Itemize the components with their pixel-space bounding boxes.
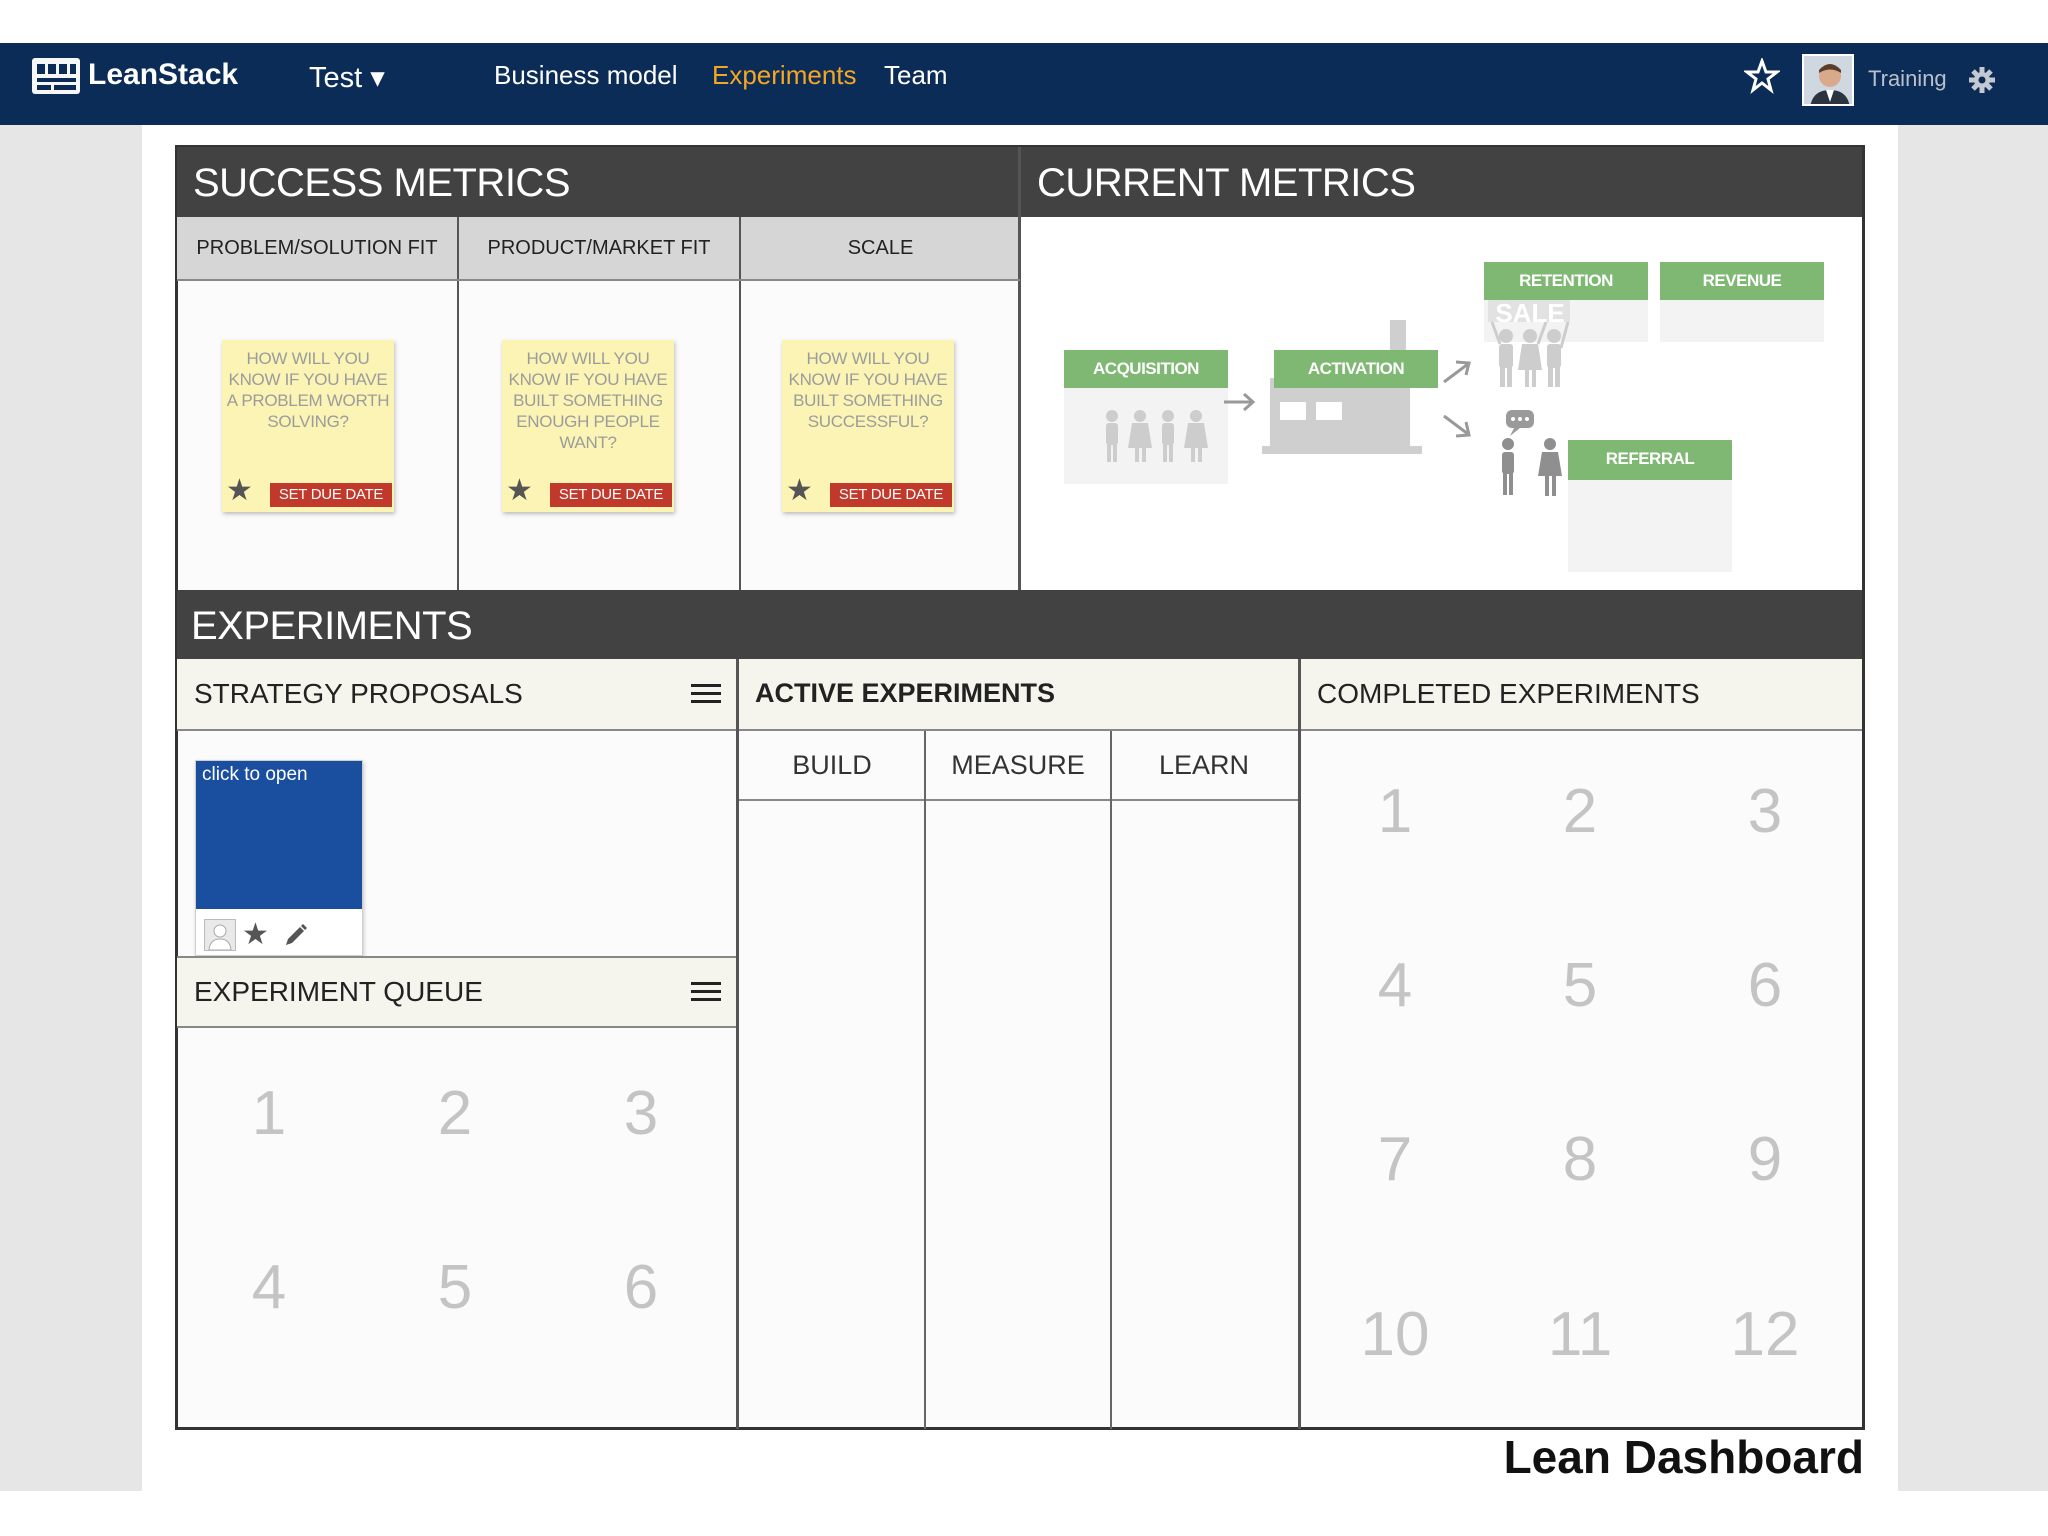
experiments-title: EXPERIMENTS [191, 604, 473, 648]
project-dropdown[interactable]: Test ▾ [309, 60, 385, 95]
settings-gear-icon[interactable] [1968, 66, 1996, 94]
completed-slot[interactable]: 9 [1705, 1124, 1825, 1195]
completed-slot[interactable]: 2 [1520, 776, 1640, 847]
acquisition-label[interactable]: ACQUISITION [1064, 350, 1228, 388]
queue-slot[interactable]: 6 [581, 1252, 701, 1323]
divider [177, 279, 1020, 281]
top-navbar [0, 43, 2048, 125]
right-margin [1898, 125, 2048, 1491]
revenue-label[interactable]: REVENUE [1660, 262, 1824, 300]
divider [1301, 729, 1862, 731]
col-problem-solution-fit: PROBLEM/SOLUTION FIT [177, 217, 457, 279]
sticky-question: HOW WILL YOU KNOW IF YOU HAVE A PROBLEM … [226, 349, 390, 431]
activation-label[interactable]: ACTIVATION [1274, 350, 1438, 388]
revenue-panel[interactable] [1660, 300, 1824, 342]
completed-slot[interactable]: 12 [1705, 1299, 1825, 1370]
arrow-up-right-icon [1440, 356, 1474, 386]
referral-label[interactable]: REFERRAL [1568, 440, 1732, 480]
user-name[interactable]: Training [1868, 66, 1947, 92]
arrow-down-right-icon [1440, 412, 1474, 442]
divider [177, 1026, 737, 1028]
divider [739, 799, 1299, 801]
edit-pencil-icon[interactable] [280, 921, 310, 951]
proposal-card[interactable]: click to open ★ [195, 760, 363, 956]
star-icon[interactable]: ★ [226, 476, 253, 506]
queue-slot[interactable]: 4 [209, 1252, 329, 1323]
leanstack-logo-icon[interactable] [32, 58, 80, 94]
star-icon[interactable]: ★ [786, 476, 813, 506]
col-build: BUILD [792, 750, 872, 780]
arrow-right-icon [1222, 390, 1258, 414]
completed-experiments-header: COMPLETED EXPERIMENTS [1301, 659, 1862, 729]
completed-slot[interactable]: 7 [1335, 1124, 1455, 1195]
favorite-star-icon[interactable] [1742, 56, 1782, 94]
col-product-market-fit: PRODUCT/MARKET FIT [459, 217, 739, 279]
divider [739, 217, 741, 590]
user-avatar[interactable] [1802, 54, 1854, 106]
completed-slot[interactable]: 6 [1705, 950, 1825, 1021]
queue-slot[interactable]: 3 [581, 1078, 701, 1149]
star-icon[interactable]: ★ [506, 476, 533, 506]
referral-people-icon [1492, 408, 1566, 498]
divider [177, 729, 737, 731]
completed-slot[interactable]: 8 [1520, 1124, 1640, 1195]
strategy-menu-icon[interactable] [691, 684, 721, 704]
col-learn: LEARN [1158, 750, 1250, 780]
strategy-proposals-header: STRATEGY PROPOSALS [177, 659, 737, 729]
queue-slot[interactable]: 1 [209, 1078, 329, 1149]
completed-slot[interactable]: 1 [1335, 776, 1455, 847]
left-margin [0, 125, 142, 1491]
active-experiments-title: ACTIVE EXPERIMENTS [755, 678, 1056, 708]
completed-slot[interactable]: 11 [1520, 1299, 1640, 1370]
strategy-proposals-title: STRATEGY PROPOSALS [194, 678, 523, 709]
divider [1298, 659, 1301, 1429]
experiment-queue-title: EXPERIMENT QUEUE [194, 976, 483, 1007]
queue-menu-icon[interactable] [691, 982, 721, 1002]
nav-business-model[interactable]: Business model [494, 60, 678, 91]
active-experiments-header: ACTIVE EXPERIMENTS [739, 659, 1299, 729]
set-due-date-button[interactable]: SET DUE DATE [830, 483, 952, 507]
experiments-header: EXPERIMENTS [177, 590, 1862, 659]
star-icon[interactable]: ★ [242, 920, 269, 950]
completed-experiments-title: COMPLETED EXPERIMENTS [1317, 678, 1700, 709]
col-measure: MEASURE [951, 750, 1085, 780]
divider [457, 217, 459, 590]
success-metrics-header: SUCCESS METRICS [177, 147, 1020, 217]
current-metrics-title: CURRENT METRICS [1037, 161, 1416, 205]
sale-sign-text: SALE [1495, 298, 1565, 328]
divider [1110, 731, 1112, 1429]
current-metrics-header: CURRENT METRICS [1021, 147, 1862, 217]
queue-slot[interactable]: 2 [395, 1078, 515, 1149]
people-group-icon [1100, 408, 1210, 464]
lean-dashboard-caption: Lean Dashboard [1503, 1431, 1864, 1483]
experiment-queue-header: EXPERIMENT QUEUE [177, 958, 737, 1026]
nav-experiments[interactable]: Experiments [712, 60, 857, 91]
sticky-question: HOW WILL YOU KNOW IF YOU HAVE BUILT SOME… [508, 349, 668, 452]
success-metrics-title: SUCCESS METRICS [193, 161, 571, 205]
sticky-question: HOW WILL YOU KNOW IF YOU HAVE BUILT SOME… [788, 349, 948, 431]
completed-slot[interactable]: 4 [1335, 950, 1455, 1021]
sticky-card-product-market[interactable]: HOW WILL YOU KNOW IF YOU HAVE BUILT SOME… [502, 340, 674, 512]
assignee-avatar-icon[interactable] [204, 919, 236, 951]
retention-label[interactable]: RETENTION [1484, 262, 1648, 300]
sticky-card-scale[interactable]: HOW WILL YOU KNOW IF YOU HAVE BUILT SOME… [782, 340, 954, 512]
referral-panel[interactable] [1568, 480, 1732, 572]
brand-name[interactable]: LeanStack [88, 58, 238, 92]
nav-team[interactable]: Team [884, 60, 948, 91]
proposal-card-label[interactable]: click to open [202, 764, 308, 786]
set-due-date-button[interactable]: SET DUE DATE [270, 483, 392, 507]
sticky-card-problem-solution[interactable]: HOW WILL YOU KNOW IF YOU HAVE A PROBLEM … [222, 340, 394, 512]
queue-slot[interactable]: 5 [395, 1252, 515, 1323]
completed-slot[interactable]: 10 [1335, 1299, 1455, 1370]
set-due-date-button[interactable]: SET DUE DATE [550, 483, 672, 507]
completed-slot[interactable]: 3 [1705, 776, 1825, 847]
completed-slot[interactable]: 5 [1520, 950, 1640, 1021]
col-scale: SCALE [741, 217, 1020, 279]
factory-icon [1262, 318, 1422, 460]
divider [924, 731, 926, 1429]
